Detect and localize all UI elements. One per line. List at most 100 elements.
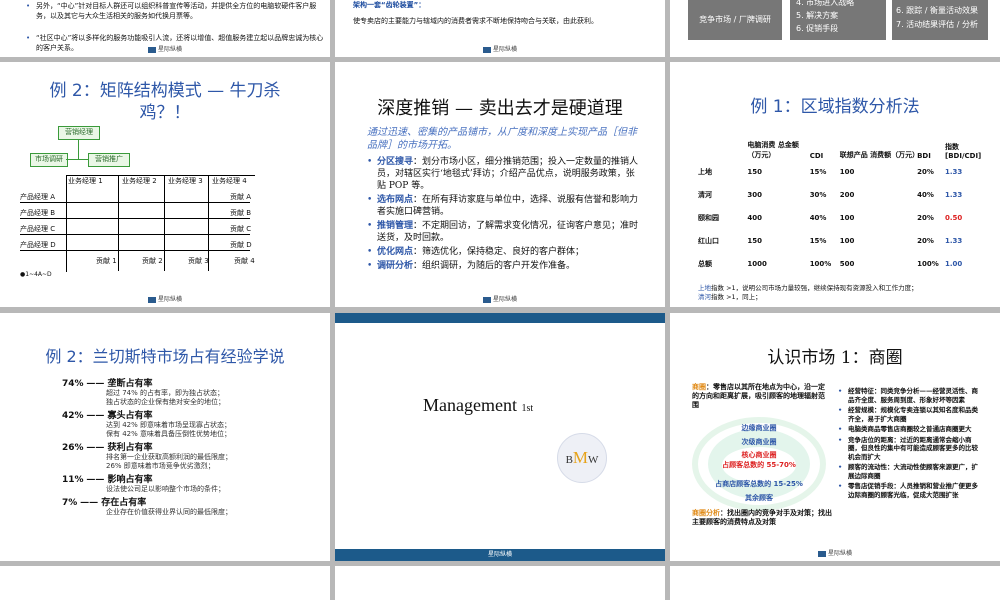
s4-contrib-bottom: 贡献 3 — [188, 257, 209, 265]
s6-header: BDI — [917, 152, 931, 160]
s1-footer: 星际纵横 — [0, 44, 330, 53]
s9-right-list: 经营特征：同类竞争分析——经营灵活性、商品齐全度、服务周到度、形象好坏等因素 经… — [838, 387, 984, 499]
s5-bullet: 分区搜寻：划分市场小区，细分推销范围；投入一定数量的推销人员，对辖区实行‘地毯式… — [367, 156, 643, 192]
list-item: 7% —— 存在占有率 企业存在价值获得业界认同的最低限度； — [62, 498, 232, 516]
logo-icon — [817, 550, 826, 557]
s4-box-promo: 营销推广 — [88, 153, 130, 167]
s7-list: 74% —— 垄断占有率 超过 74% 的占有率，即为独占状态； 独占状态的企业保… — [62, 379, 312, 517]
list-item: 电脑类商品零售店商圈较之普通店商圈更大 — [838, 425, 984, 434]
list-item: 零售店促销手段：人员推销和营业推广便更多边际商圈的顾客光临，促成大范围扩张 — [838, 482, 984, 499]
logo-icon — [482, 46, 491, 53]
s1-line-1: 另外，“中心”针对目标人群还可以组织科普宣传等活动，并提供全方位的电脑软硬件客户… — [26, 1, 326, 21]
s4-col-header: 业务经理 2 — [122, 177, 157, 185]
s6-table: 电脑消费 总金额（万元） CDI 联想产品 消费额（万元） BDI 指数 [BD… — [698, 132, 988, 275]
list-item: 74% —— 垄断占有率 超过 74% 的占有率，即为独占状态； 独占状态的企业保… — [62, 379, 225, 406]
list-item: 经营规模：规模化专卖连锁以其知名度和品类齐全，易于扩大商圈 — [838, 406, 984, 423]
s9-ring-label: 占商店顾客总数的 15-25% — [715, 480, 803, 488]
slide-thumb-8[interactable]: Management 1st BMW 星际纵横 — [335, 313, 665, 561]
s5-bullet: 调研分析：组织调研，为随后的客户开发作准备。 — [367, 260, 643, 272]
s3-right-box: 6. 跟踪 / 衡量活动效果 7. 活动结果评估 / 分析 — [892, 0, 988, 40]
s9-ring-label: 核心商业圈 — [741, 451, 777, 459]
s4-contrib-right: 贡献 C — [230, 225, 252, 233]
s5-footer: 星际纵横 — [335, 294, 665, 303]
table-row: 颐和园 400 40% 100 20% 0.50 — [698, 213, 963, 222]
s9-intro: 商圈：零售店以其所在地点为中心，沿一定的方向和距离扩展，吸引顾客的地理辐射范围 — [692, 383, 825, 409]
slide-thumb-4[interactable]: 例 2：矩阵结构模式 — 牛刀杀鸡？！ 营销经理 市场调研 营销推广 业务经理 … — [0, 62, 330, 307]
table-row: 上地 150 15% 100 20% 1.33 — [698, 167, 963, 176]
slide-thumb-1[interactable]: 另外，“中心”针对目标人群还可以组织科普宣传等活动，并提供全方位的电脑软硬件客户… — [0, 0, 330, 57]
list-item: 经营特征：同类竞争分析——经营灵活性、商品齐全度、服务周到度、形象好坏等因素 — [838, 387, 984, 404]
s5-title: 深度推销 — 卖出去才是硬道理 — [377, 98, 623, 119]
s4-note: ●1~4A~D — [20, 271, 52, 278]
logo-icon — [482, 296, 491, 303]
s5-subtitle: 通过迅速、密集的产品铺市，从广度和深度上实现产品［但非品牌］的市场开拓。 — [367, 127, 637, 151]
slide-thumb-5[interactable]: 深度推销 — 卖出去才是硬道理 通过迅速、密集的产品铺市，从广度和深度上实现产品… — [335, 62, 665, 307]
s4-col-header: 业务经理 4 — [212, 177, 247, 185]
s4-row-label: 产品经理 B — [20, 209, 56, 217]
s4-footer: 星际纵横 — [0, 294, 330, 303]
slide-thumb-7[interactable]: 例 2：兰切斯特市场占有经验学说 74% —— 垄断占有率 超过 74% 的占有… — [0, 313, 330, 561]
s4-box-manager: 营销经理 — [58, 126, 100, 140]
logo-icon — [147, 46, 156, 53]
s4-row-label: 产品经理 A — [20, 193, 56, 201]
s6-header: 联想产品 消费额（万元） — [839, 151, 920, 159]
s3-mid-box: 4. 市场进入战略 5. 解决方案 6. 促销手段 — [790, 0, 886, 40]
s4-contrib-right: 贡献 D — [230, 241, 252, 249]
s3-left-label: 竞争市场 / 厂牌调研 — [699, 15, 771, 24]
s4-row-line — [20, 218, 250, 219]
list-item: 顾客的流动性：大流动性使顾客来源更广，扩展边际商圈 — [838, 463, 984, 480]
s6-header: CDI — [809, 152, 824, 160]
table-row: 总额 1000 100% 500 100% 1.00 — [698, 259, 963, 268]
list-item: 竞争店位的距离：过近的距离通常会缩小商圈，但良性的集中有可能造成顾客更多的比较机… — [838, 436, 984, 462]
slide-thumb-6[interactable]: 例 1：区域指数分析法 电脑消费 总金额（万元） CDI 联想产品 消费额（万元… — [670, 62, 1000, 307]
s4-box-research: 市场调研 — [30, 153, 68, 167]
s4-contrib-right: 贡献 B — [230, 209, 252, 217]
s2-heading: 架构一套“齿轮装置”： — [353, 1, 426, 9]
list-item: 26% —— 获利占有率 排名第一企业获取高额利润的最低限度； 26% 即意味着市… — [62, 443, 232, 470]
s9-ring-label: 其余顾客 — [745, 494, 773, 502]
s2-body: 使专卖店的主要能力与辖域内的消费者需求不断地保持吻合与关联，由此获利。 — [353, 17, 598, 25]
s4-row-line — [20, 250, 250, 251]
s5-bullet: 推销管理：不定期回访，了解需求变化情况，征询客户意见；准时送货，及时回款。 — [367, 220, 643, 244]
slide-thumb-3[interactable]: 竞争市场 / 厂牌调研 4. 市场进入战略 5. 解决方案 6. 促销手段 6.… — [670, 0, 1000, 57]
s6-note-1: 上地指数 >1，说明公司市场力量较强，继续保持现有资源投入和工作力度； 清河指数… — [698, 284, 918, 301]
s3-right-item: 7. 活动结果评估 / 分析 — [896, 20, 978, 29]
s3-right-item: 6. 跟踪 / 衡量活动效果 — [896, 6, 978, 15]
s8-logo-badge: BMW — [557, 433, 607, 483]
s6-title: 例 1：区域指数分析法 — [750, 97, 920, 117]
s5-bullet: 选布网点：在所有拜访家庭与单位中，选择、说服有信誉和影响力者实施口碑营销。 — [367, 194, 643, 218]
s9-ring-label: 边缘商业圈 — [741, 424, 777, 432]
s4-connector — [66, 159, 88, 160]
s8-bottom-band: 星际纵横 — [335, 549, 665, 561]
s4-contrib-bottom: 贡献 2 — [142, 257, 163, 265]
s3-left-box: 竞争市场 / 厂牌调研 — [688, 0, 782, 40]
s4-row-label: 产品经理 D — [20, 241, 56, 249]
slide-thumb-2[interactable]: 架构一套“齿轮装置”： 使专卖店的主要能力与辖域内的消费者需求不断地保持吻合与关… — [335, 0, 665, 57]
slide-thumb-9[interactable]: 认识市场 1：商圈 商圈：零售店以其所在地点为中心，沿一定的方向和距离扩展，吸引… — [670, 313, 1000, 561]
s4-title: 例 2：矩阵结构模式 — 牛刀杀鸡？！ — [49, 81, 281, 123]
s9-footer: 星际纵横 — [670, 548, 1000, 557]
table-row: 红山口 150 15% 100 20% 1.33 — [698, 236, 963, 245]
s5-bullet: 优化网点：筛选优化，保持稳定、良好的客户群体； — [367, 246, 643, 258]
s4-contrib-bottom: 贡献 4 — [234, 257, 255, 265]
list-item: 42% —— 寡头占有率 达到 42% 即意味着市场呈现寡占状态； 保有 42% … — [62, 411, 232, 438]
list-item: 11% —— 影响占有率 设法使公司足以影响整个市场的条件； — [62, 475, 225, 493]
s4-row-label: 产品经理 C — [20, 225, 56, 233]
table-row: 清河 300 30% 200 40% 1.33 — [698, 190, 963, 199]
s6-header: 指数 [BDI/CDI] — [945, 143, 982, 160]
s9-ring-label: 占顾客总数的 55-70% — [722, 461, 796, 469]
s9-bottom: 商圈分析：找出圈内的竞争对手及对策；找出主要顾客的消费特点及对策 — [692, 509, 832, 526]
s9-title: 认识市场 1：商圈 — [767, 348, 903, 368]
s8-title: Management 1st — [423, 395, 534, 415]
s4-divider — [118, 175, 119, 271]
slide-thumb-12[interactable] — [670, 566, 1000, 600]
s4-row-line — [20, 234, 250, 235]
s4-contrib-bottom: 贡献 1 — [96, 257, 117, 265]
s3-mid-item: 5. 解决方案 — [796, 11, 839, 20]
s5-bullet-list: 分区搜寻：划分市场小区，细分推销范围；投入一定数量的推销人员，对辖区实行‘地毯式… — [367, 156, 643, 272]
slide-thumb-11[interactable] — [335, 566, 665, 600]
slide-thumb-10[interactable] — [0, 566, 330, 600]
s6-header: 电脑消费 总金额（万元） — [747, 141, 799, 159]
s4-row-line — [20, 202, 250, 203]
s6-header-row: 电脑消费 总金额（万元） CDI 联想产品 消费额（万元） BDI 指数 [BD… — [698, 132, 988, 160]
